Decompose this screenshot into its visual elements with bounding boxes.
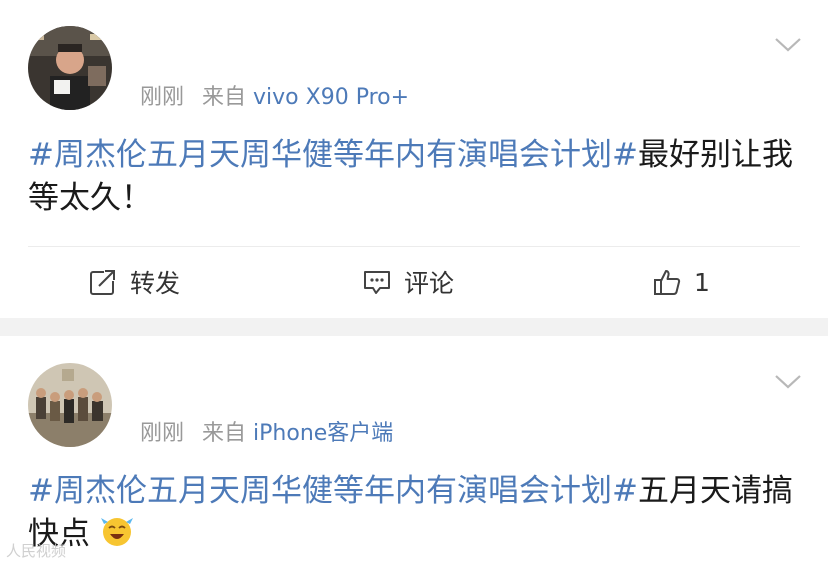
post-time: 刚刚	[140, 421, 185, 446]
post-time: 刚刚	[140, 85, 185, 110]
comment-label: 评论	[404, 269, 455, 298]
repost-icon	[90, 269, 117, 295]
feed-separator	[0, 318, 828, 336]
avatar[interactable]	[28, 363, 112, 447]
weibo-post: 刚刚 来自 iPhone客户端 #周杰伦五月天周华健等年内有演唱会计划#五月天请搞…	[0, 336, 828, 568]
post-source-device[interactable]: vivo X90 Pro+	[253, 85, 409, 110]
chevron-down-icon[interactable]	[774, 36, 802, 54]
post-meta: 刚刚 来自 vivo X90 Pro+	[140, 84, 409, 112]
post-source-device[interactable]: iPhone客户端	[253, 421, 393, 446]
avatar[interactable]	[28, 26, 112, 110]
topic-link[interactable]: #周杰伦五月天周华健等年内有演唱会计划#	[28, 473, 638, 509]
chevron-down-icon[interactable]	[774, 373, 802, 391]
repost-button[interactable]: 转发	[88, 262, 180, 302]
post-content: #周杰伦五月天周华健等年内有演唱会计划#最好别让我等太久！	[28, 134, 800, 220]
post-source-prefix: 来自	[202, 85, 247, 110]
post-meta: 刚刚 来自 iPhone客户端	[140, 420, 393, 448]
comment-icon	[364, 271, 390, 294]
like-button[interactable]: 1	[652, 262, 710, 302]
repost-label: 转发	[130, 269, 181, 298]
topic-link[interactable]: #周杰伦五月天周华健等年内有演唱会计划#	[28, 137, 638, 173]
crying-laughing-emoji-icon	[100, 514, 134, 548]
watermark: 人民视频	[6, 542, 67, 560]
thumbs-up-icon	[654, 270, 681, 295]
comment-button[interactable]: 评论	[362, 262, 454, 302]
like-count: 1	[694, 267, 710, 297]
divider	[28, 246, 800, 247]
post-source-prefix: 来自	[202, 421, 247, 446]
post-content: #周杰伦五月天周华健等年内有演唱会计划#五月天请搞快点	[28, 470, 800, 556]
weibo-post: 刚刚 来自 vivo X90 Pro+ #周杰伦五月天周华健等年内有演唱会计划#最…	[0, 0, 828, 318]
